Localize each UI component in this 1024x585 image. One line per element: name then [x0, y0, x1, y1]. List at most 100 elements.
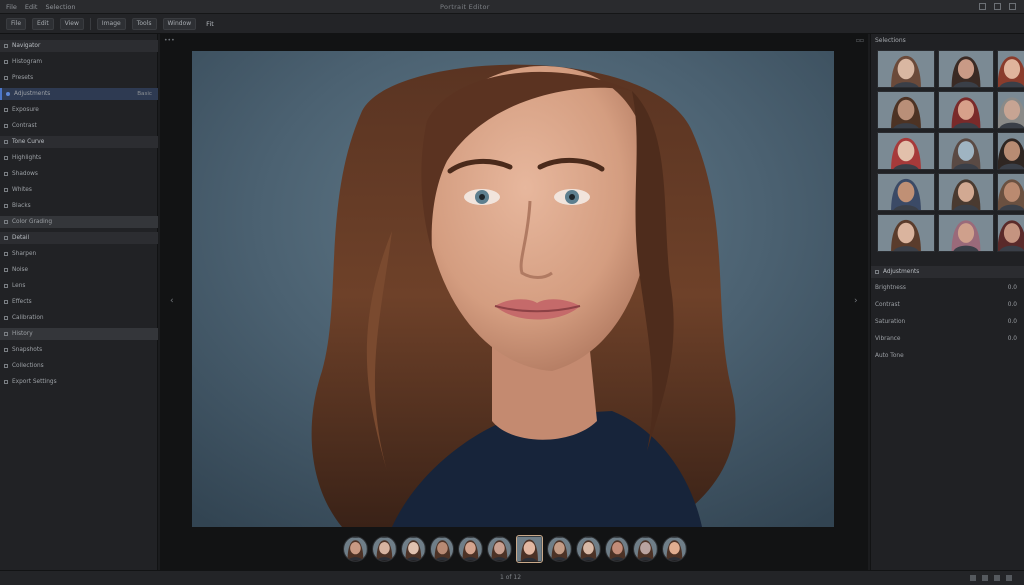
zoom-label[interactable]: Fit — [206, 20, 214, 28]
thumbnail[interactable] — [997, 91, 1024, 129]
prev-image-arrow-icon[interactable]: ‹ — [170, 296, 174, 306]
adjustment-row[interactable]: Saturation 0.0 — [871, 316, 1024, 328]
canvas-close-icon[interactable]: ▫▫ — [856, 37, 864, 44]
filmstrip-thumb[interactable] — [400, 536, 426, 562]
survey-view-icon[interactable] — [1006, 575, 1012, 581]
thumbnail[interactable] — [877, 173, 935, 211]
filmstrip-thumb[interactable] — [546, 536, 572, 562]
toolbar-button[interactable]: Window — [162, 17, 197, 30]
thumbnail[interactable] — [938, 173, 994, 211]
left-panel-row[interactable]: Histogram — [0, 56, 158, 68]
minimize-icon[interactable] — [979, 3, 986, 10]
left-panel-row[interactable]: History — [0, 328, 158, 340]
filmstrip-thumb[interactable] — [458, 536, 484, 562]
toolbar-button[interactable]: Tools — [131, 17, 157, 30]
filmstrip-thumb[interactable] — [343, 536, 368, 562]
menu-item[interactable]: Edit — [25, 3, 38, 11]
thumbnail[interactable] — [938, 50, 994, 88]
adjustment-row[interactable]: Brightness 0.0 — [871, 282, 1024, 294]
left-panel-row[interactable]: Blacks — [0, 200, 158, 212]
toolbar-button[interactable]: View — [59, 17, 84, 30]
left-panel-row[interactable]: Presets — [0, 72, 158, 84]
filmstrip-thumb[interactable] — [633, 536, 659, 562]
thumbnail[interactable] — [938, 132, 994, 170]
thumbnail[interactable] — [877, 50, 935, 88]
adjustment-row[interactable]: Vibrance 0.0 — [871, 333, 1024, 345]
left-panel-row-label: Color Grading — [12, 219, 53, 225]
left-panel-row[interactable]: Sharpen — [0, 248, 158, 260]
row-toggle-icon — [4, 156, 8, 160]
left-panel-row-label: Calibration — [12, 315, 44, 321]
right-panel-title: Selections — [875, 37, 906, 44]
thumbnail-grid — [877, 50, 1024, 262]
toolbar-button[interactable]: Edit — [32, 17, 54, 30]
row-toggle-icon — [4, 204, 8, 208]
thumbnail[interactable] — [997, 214, 1024, 252]
left-panel-row[interactable]: Calibration — [0, 312, 158, 324]
canvas-menu-icon[interactable]: ••• — [164, 37, 175, 44]
toolbar-button[interactable]: File — [6, 17, 27, 30]
filmstrip-thumb[interactable] — [662, 536, 688, 562]
next-image-arrow-icon[interactable]: › — [854, 296, 858, 306]
filmstrip-thumb[interactable] — [371, 536, 397, 562]
left-panel-row[interactable]: Snapshots — [0, 344, 158, 356]
right-panel: Selections Adjustments Brightness 0.0 Cont… — [870, 34, 1024, 570]
left-panel-row[interactable]: Adjustments Basic — [0, 88, 158, 100]
close-icon[interactable] — [1009, 3, 1016, 10]
left-panel-row[interactable]: Tone Curve — [0, 136, 158, 148]
active-dot-icon — [6, 92, 10, 96]
filmstrip-thumb[interactable] — [575, 536, 601, 562]
left-panel-row[interactable]: Navigator — [0, 40, 158, 52]
toolbar: File Edit View Image Tools Window Fit — [0, 14, 1024, 34]
row-toggle-icon — [4, 44, 8, 48]
left-panel-row[interactable]: Effects — [0, 296, 158, 308]
portrait-photo[interactable] — [192, 51, 834, 527]
thumbnail[interactable] — [997, 132, 1024, 170]
adjustment-label: Auto Tone — [875, 353, 904, 359]
thumbnail[interactable] — [877, 91, 935, 129]
left-panel-row[interactable]: Noise — [0, 264, 158, 276]
filmstrip-thumb[interactable] — [487, 536, 513, 562]
row-toggle-icon — [4, 60, 8, 64]
right-section-header[interactable]: Adjustments — [871, 266, 1024, 278]
filmstrip-thumb[interactable] — [604, 536, 630, 562]
left-panel-row[interactable]: Contrast — [0, 120, 158, 132]
compare-view-icon[interactable] — [994, 575, 1000, 581]
left-panel-row[interactable]: Detail — [0, 232, 158, 244]
thumbnail[interactable] — [938, 91, 994, 129]
left-panel-row-label: Detail — [12, 235, 30, 241]
toolbar-button[interactable]: Image — [96, 17, 126, 30]
menu-item[interactable]: File — [6, 3, 17, 11]
row-toggle-icon — [4, 268, 8, 272]
grid-view-icon[interactable] — [970, 575, 976, 581]
menu-item[interactable]: Selection — [45, 3, 75, 11]
left-panel-row[interactable]: Highlights — [0, 152, 158, 164]
row-toggle-icon — [4, 172, 8, 176]
adjustment-row[interactable]: Contrast 0.0 — [871, 299, 1024, 311]
thumbnail[interactable] — [997, 50, 1024, 88]
left-panel-row[interactable]: Shadows — [0, 168, 158, 180]
left-panel-row[interactable]: Collections — [0, 360, 158, 372]
left-panel-row[interactable]: Color Grading — [0, 216, 158, 228]
thumbnail[interactable] — [938, 214, 994, 252]
adjustment-row[interactable]: Auto Tone — [871, 350, 1024, 362]
thumbnail[interactable] — [997, 173, 1024, 211]
left-panel-row[interactable]: Lens — [0, 280, 158, 292]
thumbnail[interactable] — [877, 132, 935, 170]
toolbar-divider — [89, 17, 91, 30]
left-panel-row[interactable]: Export Settings — [0, 376, 158, 388]
portrait-illustration — [192, 51, 834, 527]
loupe-view-icon[interactable] — [982, 575, 988, 581]
adjustment-value: 0.0 — [1007, 319, 1017, 325]
adjustment-label: Brightness — [875, 285, 906, 291]
filmstrip-thumb[interactable] — [516, 535, 543, 563]
thumbnail[interactable] — [877, 214, 935, 252]
left-panel-row[interactable]: Whites — [0, 184, 158, 196]
left-panel-row-label: Adjustments — [14, 91, 51, 97]
adjustment-value: 0.0 — [1007, 285, 1017, 291]
filmstrip-thumb[interactable] — [429, 536, 455, 562]
maximize-icon[interactable] — [994, 3, 1001, 10]
left-panel-row-label: Presets — [12, 75, 34, 81]
left-panel-row-label: Sharpen — [12, 251, 37, 257]
left-panel-row[interactable]: Exposure — [0, 104, 158, 116]
